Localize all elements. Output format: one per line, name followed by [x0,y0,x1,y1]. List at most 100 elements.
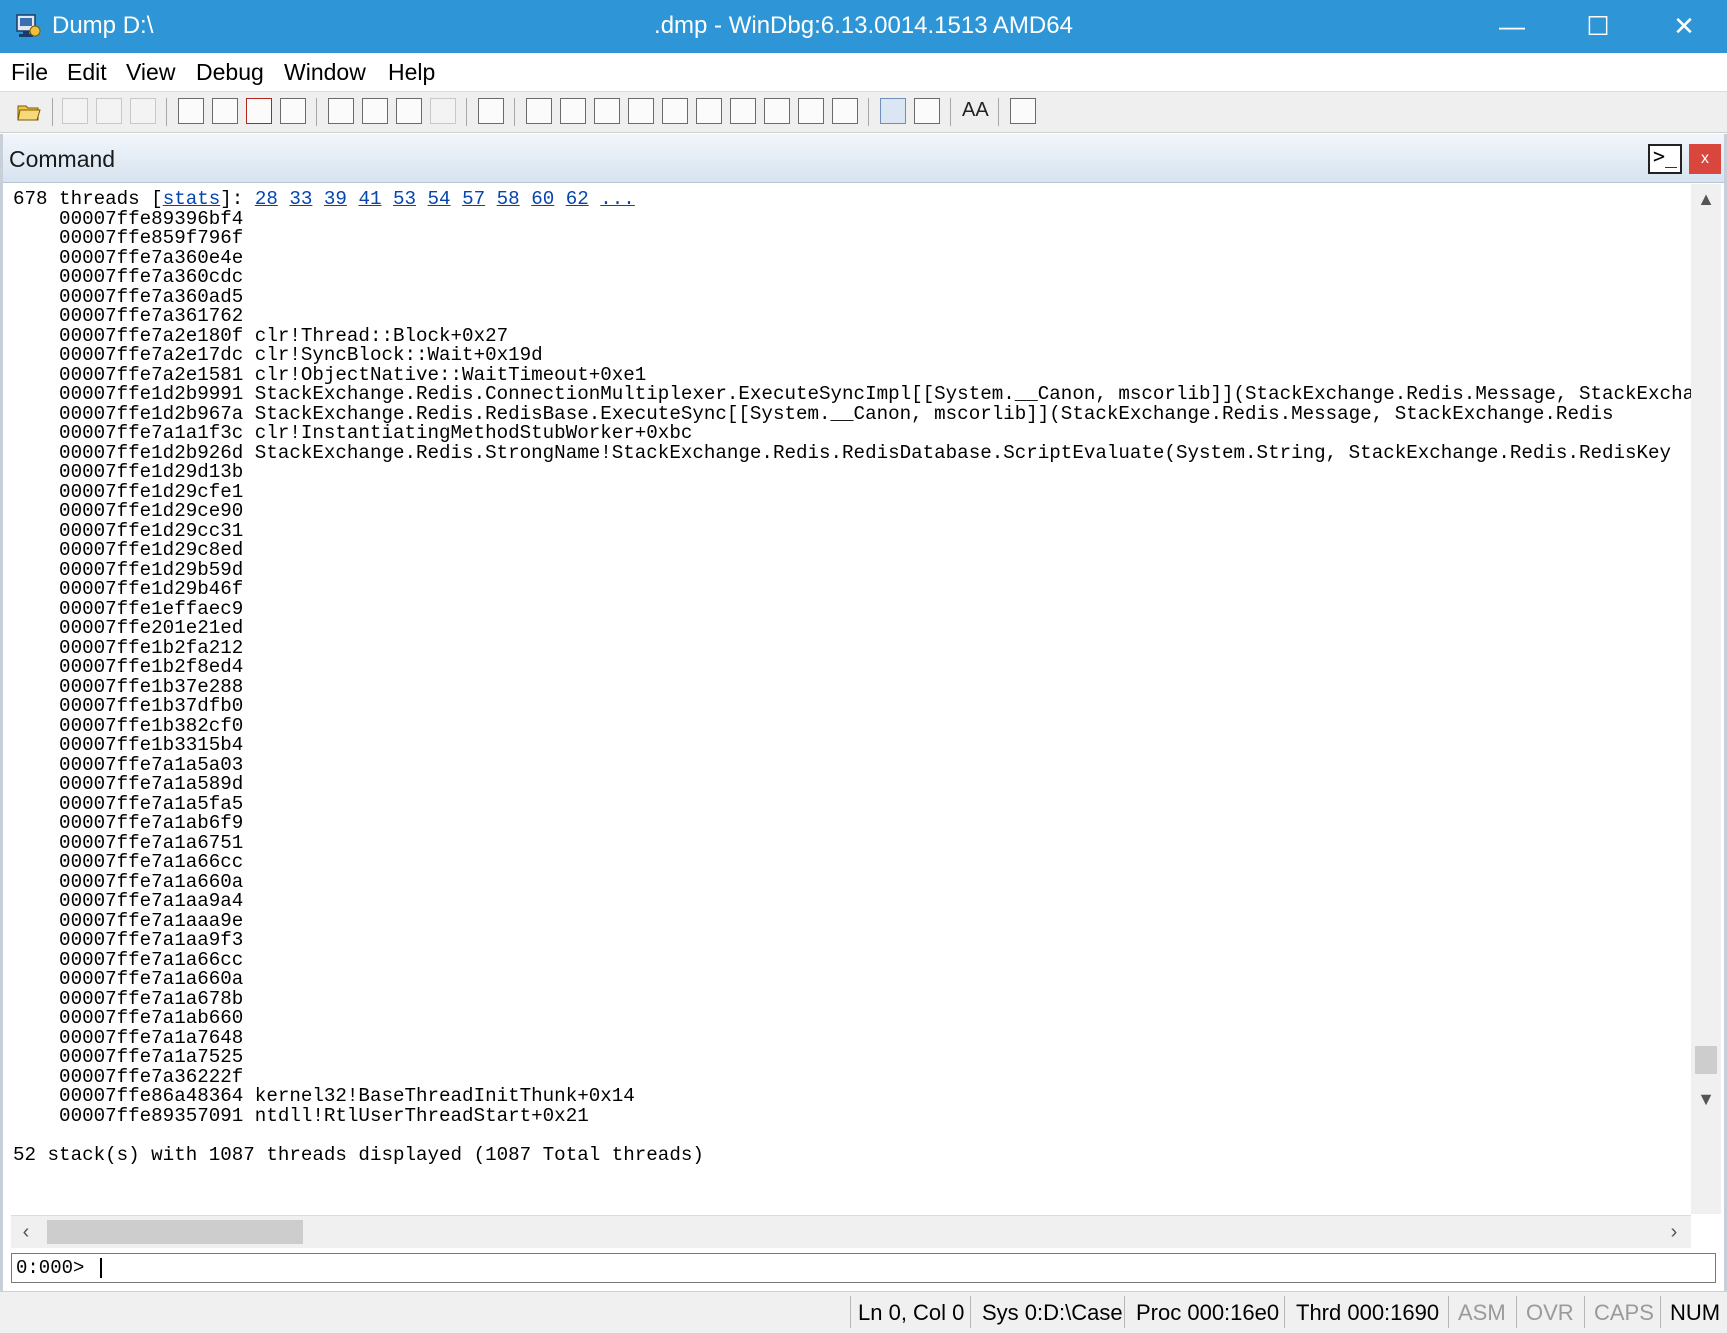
restart-icon[interactable] [280,98,306,124]
thread-link[interactable]: 53 [393,190,416,210]
copy-icon[interactable] [96,98,122,124]
menu-file[interactable]: File [11,59,48,85]
stack-frame-line: 00007ffe7a1a589d [13,773,244,795]
horizontal-scrollbar[interactable]: ‹ › [11,1215,1691,1248]
menu-edit[interactable]: Edit [67,59,107,85]
stack-frame-line: 00007ffe1b37e288 [13,675,244,698]
thread-link[interactable]: ... [600,190,635,210]
window-title: .dmp - WinDbg:6.13.0014.1513 AMD64 [654,12,1073,39]
step-into-icon[interactable] [178,98,204,124]
stack-frame-line: 00007ffe7a1aaa9e [13,909,244,932]
break-icon[interactable] [246,98,272,124]
minimize-button[interactable]: — [1469,0,1555,53]
command-prompt-glyph: >_ [1653,144,1678,168]
toolbar-separator [52,98,53,126]
stop-icon[interactable] [430,98,456,124]
stack-frame-line: 00007ffe1d29ce90 [13,500,244,522]
thread-link[interactable]: 58 [497,190,520,210]
text-caret [100,1258,102,1278]
stack-frame-line: 00007ffe1d29cfe1 [13,480,244,503]
stack-frame-line: 00007ffe201e21ed [13,617,244,639]
command-input[interactable] [100,1256,1700,1280]
processes-icon[interactable] [798,98,824,124]
status-separator [970,1296,971,1328]
stack-frame-line: 00007ffe7a1a5fa5 [13,792,244,815]
stack-frame-line: 00007ffe7a361762 [13,305,244,327]
stack-frame-line: 00007ffe1d29d13b [13,461,244,483]
command-output[interactable]: 678 threads [stats]: 28 33 39 41 53 54 5… [13,190,1693,1215]
thread-link[interactable]: 41 [358,190,381,210]
toolbar-separator [950,98,951,126]
step-out-icon[interactable] [362,98,388,124]
menu-view[interactable]: View [126,59,175,85]
link-spacer [312,190,324,210]
stack-frame-line: 00007ffe7a1a5a03 [13,753,244,776]
status-separator [1584,1296,1585,1328]
pane-close-button[interactable]: x [1689,144,1721,174]
cut-icon[interactable] [62,98,88,124]
stack-frame-line: 00007ffe7a360e4e [13,246,244,269]
status-separator [1660,1296,1661,1328]
paste-icon[interactable] [130,98,156,124]
thread-link[interactable]: 60 [531,190,554,210]
scroll-up-arrow-icon[interactable]: ▲ [1691,184,1721,214]
toolbar-separator [868,98,869,126]
stack-frame-line: 00007ffe7a1a7648 [13,1026,244,1049]
thread-links: 28 33 39 41 53 54 57 58 60 62 ... [255,190,635,210]
command-prompt-icon[interactable]: >_ [1648,144,1682,174]
horizontal-scroll-thumb[interactable] [47,1220,303,1244]
pane-title: Command [9,146,116,172]
scroll-right-arrow-icon[interactable]: › [1659,1216,1689,1248]
thread-link[interactable]: 54 [428,190,451,210]
thread-link[interactable]: 62 [566,190,589,210]
run-to-cursor-icon[interactable] [396,98,422,124]
thread-link[interactable]: 33 [289,190,312,210]
scroll-left-arrow-icon[interactable]: ‹ [11,1216,41,1248]
close-button[interactable]: ✕ [1641,0,1727,53]
stack-frame-line: 00007ffe7a1a1f3c clr!InstantiatingMethod… [13,422,693,444]
source-window-icon[interactable] [832,98,858,124]
stack-frame-line: 00007ffe7a2e17dc clr!SyncBlock::Wait+0x1… [13,344,543,366]
stack-frame-line: 00007ffe89357091 ntdll!RtlUserThreadStar… [13,1104,589,1127]
call-stack-icon[interactable] [696,98,722,124]
thread-link[interactable]: 57 [462,190,485,210]
registers-icon[interactable] [628,98,654,124]
menu-window[interactable]: Window [284,59,366,85]
stack-frame-line: 00007ffe7a1ab660 [13,1007,244,1029]
status-separator [1448,1296,1449,1328]
menu-debug[interactable]: Debug [196,59,264,85]
options-icon[interactable] [1010,98,1036,124]
stack-frame-line: 00007ffe1b382cf0 [13,714,244,737]
stack-frame-line: 00007ffe7a1a7525 [13,1046,244,1068]
memory-icon[interactable] [662,98,688,124]
maximize-button[interactable]: ☐ [1555,0,1641,53]
watch-icon[interactable] [560,98,586,124]
font-icon[interactable]: AA [962,97,989,123]
menu-help[interactable]: Help [388,59,435,85]
status-caps: CAPS [1594,1300,1654,1325]
thread-link[interactable]: 28 [255,190,278,210]
vertical-scrollbar[interactable]: ▲ ▼ [1691,184,1721,1214]
command-window-icon[interactable] [526,98,552,124]
scratch-pad-icon[interactable] [764,98,790,124]
stack-frame-line: 00007ffe7a1a6751 [13,831,244,854]
disassembly-icon[interactable] [730,98,756,124]
stack-frame-line: 00007ffe1d2b926d StackExchange.Redis.Str… [13,441,1672,464]
scroll-down-arrow-icon[interactable]: ▼ [1691,1084,1721,1114]
threads-header-line: 678 threads [stats]: 28 33 39 41 53 54 5… [13,190,1693,210]
stack-frame-line: 00007ffe1d2b9991 StackExchange.Redis.Con… [13,383,1693,405]
title-bar[interactable]: Dump D:\ .dmp - WinDbg:6.13.0014.1513 AM… [0,0,1727,53]
hex-icon[interactable] [914,98,940,124]
stack-frame-line: 00007ffe1b3315b4 [13,734,244,756]
hand-icon[interactable] [478,98,504,124]
link-spacer [589,190,601,210]
open-icon[interactable] [16,98,42,124]
stats-link[interactable]: stats [163,190,221,210]
locals-icon[interactable] [594,98,620,124]
thread-link[interactable]: 39 [324,190,347,210]
vertical-scroll-thumb[interactable] [1695,1046,1717,1074]
step-over-icon[interactable] [212,98,238,124]
source-mode-icon[interactable] [880,98,906,124]
go-icon[interactable] [328,98,354,124]
